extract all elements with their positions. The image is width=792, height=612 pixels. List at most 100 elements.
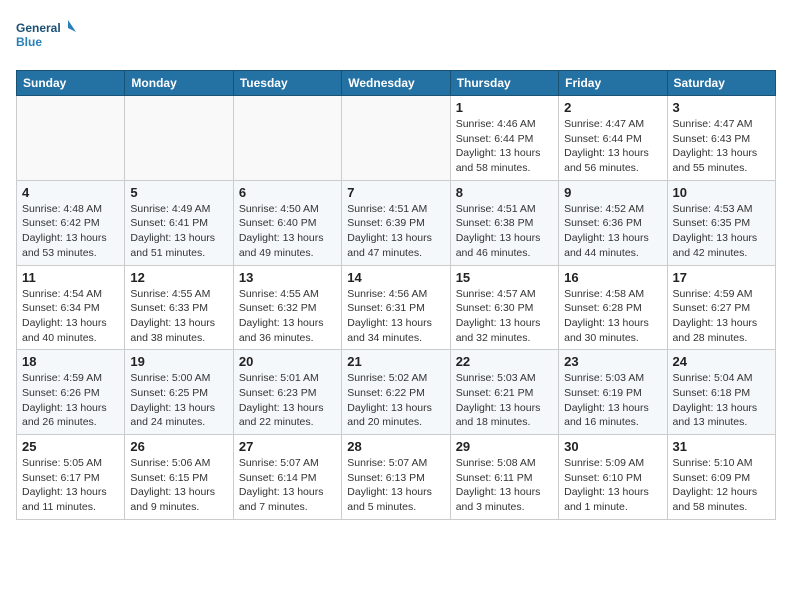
calendar-day-cell: 28 Sunrise: 5:07 AM Sunset: 6:13 PM Dayli… — [342, 435, 450, 520]
day-info: Sunrise: 5:03 AM Sunset: 6:19 PM Dayligh… — [564, 371, 661, 430]
day-number: 5 — [130, 185, 227, 200]
generalblue-logo: General Blue — [16, 16, 76, 60]
day-number: 11 — [22, 270, 119, 285]
svg-text:General: General — [16, 21, 61, 35]
day-info: Sunrise: 4:59 AM Sunset: 6:26 PM Dayligh… — [22, 371, 119, 430]
day-number: 18 — [22, 354, 119, 369]
day-info: Sunrise: 5:07 AM Sunset: 6:14 PM Dayligh… — [239, 456, 336, 515]
calendar-day-cell: 24 Sunrise: 5:04 AM Sunset: 6:18 PM Dayli… — [667, 350, 775, 435]
day-info: Sunrise: 4:48 AM Sunset: 6:42 PM Dayligh… — [22, 202, 119, 261]
day-number: 9 — [564, 185, 661, 200]
day-info: Sunrise: 4:51 AM Sunset: 6:39 PM Dayligh… — [347, 202, 444, 261]
calendar-day-cell: 1Sunrise: 4:46 AM Sunset: 6:44 PM Daylig… — [450, 96, 558, 181]
day-number: 24 — [673, 354, 770, 369]
calendar-day-cell: 8Sunrise: 4:51 AM Sunset: 6:38 PM Daylig… — [450, 180, 558, 265]
day-number: 2 — [564, 100, 661, 115]
calendar-week-row: 25Sunrise: 5:05 AM Sunset: 6:17 PM Dayli… — [17, 435, 776, 520]
calendar-day-header: Friday — [559, 71, 667, 96]
day-number: 6 — [239, 185, 336, 200]
day-number: 31 — [673, 439, 770, 454]
day-info: Sunrise: 5:01 AM Sunset: 6:23 PM Dayligh… — [239, 371, 336, 430]
calendar-table: SundayMondayTuesdayWednesdayThursdayFrid… — [16, 70, 776, 520]
calendar-week-row: 1Sunrise: 4:46 AM Sunset: 6:44 PM Daylig… — [17, 96, 776, 181]
day-info: Sunrise: 4:50 AM Sunset: 6:40 PM Dayligh… — [239, 202, 336, 261]
day-number: 26 — [130, 439, 227, 454]
calendar-day-header: Thursday — [450, 71, 558, 96]
day-info: Sunrise: 4:55 AM Sunset: 6:32 PM Dayligh… — [239, 287, 336, 346]
calendar-week-row: 18 Sunrise: 4:59 AM Sunset: 6:26 PM Dayli… — [17, 350, 776, 435]
day-info: Sunrise: 5:08 AM Sunset: 6:11 PM Dayligh… — [456, 456, 553, 515]
calendar-day-cell: 11Sunrise: 4:54 AM Sunset: 6:34 PM Dayli… — [17, 265, 125, 350]
logo: General Blue — [16, 16, 76, 60]
day-number: 12 — [130, 270, 227, 285]
calendar-day-cell: 3Sunrise: 4:47 AM Sunset: 6:43 PM Daylig… — [667, 96, 775, 181]
svg-text:Blue: Blue — [16, 35, 42, 49]
calendar-day-cell: 7 Sunrise: 4:51 AM Sunset: 6:39 PM Daylig… — [342, 180, 450, 265]
calendar-day-cell: 29 Sunrise: 5:08 AM Sunset: 6:11 PM Dayli… — [450, 435, 558, 520]
calendar-day-cell: 19 Sunrise: 5:00 AM Sunset: 6:25 PM Dayli… — [125, 350, 233, 435]
day-info: Sunrise: 5:04 AM Sunset: 6:18 PM Dayligh… — [673, 371, 770, 430]
day-number: 28 — [347, 439, 444, 454]
calendar-day-cell: 18 Sunrise: 4:59 AM Sunset: 6:26 PM Dayli… — [17, 350, 125, 435]
day-number: 15 — [456, 270, 553, 285]
day-info: Sunrise: 4:57 AM Sunset: 6:30 PM Dayligh… — [456, 287, 553, 346]
calendar-day-cell: 9 Sunrise: 4:52 AM Sunset: 6:36 PM Daylig… — [559, 180, 667, 265]
day-number: 1 — [456, 100, 553, 115]
calendar-day-cell: 12 Sunrise: 4:55 AM Sunset: 6:33 PM Dayli… — [125, 265, 233, 350]
calendar-day-cell: 23 Sunrise: 5:03 AM Sunset: 6:19 PM Dayli… — [559, 350, 667, 435]
calendar-week-row: 11Sunrise: 4:54 AM Sunset: 6:34 PM Dayli… — [17, 265, 776, 350]
calendar-day-cell: 13Sunrise: 4:55 AM Sunset: 6:32 PM Dayli… — [233, 265, 341, 350]
day-number: 19 — [130, 354, 227, 369]
calendar-day-cell: 26 Sunrise: 5:06 AM Sunset: 6:15 PM Dayli… — [125, 435, 233, 520]
calendar-day-cell: 22Sunrise: 5:03 AM Sunset: 6:21 PM Dayli… — [450, 350, 558, 435]
calendar-day-header: Saturday — [667, 71, 775, 96]
day-number: 4 — [22, 185, 119, 200]
day-info: Sunrise: 5:07 AM Sunset: 6:13 PM Dayligh… — [347, 456, 444, 515]
calendar-day-cell: 21 Sunrise: 5:02 AM Sunset: 6:22 PM Dayli… — [342, 350, 450, 435]
calendar-header-row: SundayMondayTuesdayWednesdayThursdayFrid… — [17, 71, 776, 96]
day-number: 17 — [673, 270, 770, 285]
calendar-day-cell: 30 Sunrise: 5:09 AM Sunset: 6:10 PM Dayli… — [559, 435, 667, 520]
day-info: Sunrise: 5:05 AM Sunset: 6:17 PM Dayligh… — [22, 456, 119, 515]
calendar-day-header: Monday — [125, 71, 233, 96]
calendar-week-row: 4 Sunrise: 4:48 AM Sunset: 6:42 PM Daylig… — [17, 180, 776, 265]
day-number: 23 — [564, 354, 661, 369]
day-info: Sunrise: 4:51 AM Sunset: 6:38 PM Dayligh… — [456, 202, 553, 261]
calendar-day-cell: 31 Sunrise: 5:10 AM Sunset: 6:09 PM Dayli… — [667, 435, 775, 520]
day-info: Sunrise: 4:56 AM Sunset: 6:31 PM Dayligh… — [347, 287, 444, 346]
calendar-day-cell: 4 Sunrise: 4:48 AM Sunset: 6:42 PM Daylig… — [17, 180, 125, 265]
calendar-day-cell: 15 Sunrise: 4:57 AM Sunset: 6:30 PM Dayli… — [450, 265, 558, 350]
calendar-day-cell: 27 Sunrise: 5:07 AM Sunset: 6:14 PM Dayli… — [233, 435, 341, 520]
calendar-day-cell — [233, 96, 341, 181]
day-info: Sunrise: 5:09 AM Sunset: 6:10 PM Dayligh… — [564, 456, 661, 515]
calendar-day-cell: 17Sunrise: 4:59 AM Sunset: 6:27 PM Dayli… — [667, 265, 775, 350]
day-number: 30 — [564, 439, 661, 454]
calendar-day-cell: 2 Sunrise: 4:47 AM Sunset: 6:44 PM Daylig… — [559, 96, 667, 181]
day-info: Sunrise: 4:53 AM Sunset: 6:35 PM Dayligh… — [673, 202, 770, 261]
day-info: Sunrise: 4:55 AM Sunset: 6:33 PM Dayligh… — [130, 287, 227, 346]
day-number: 16 — [564, 270, 661, 285]
calendar-day-cell — [125, 96, 233, 181]
day-info: Sunrise: 5:10 AM Sunset: 6:09 PM Dayligh… — [673, 456, 770, 515]
day-number: 21 — [347, 354, 444, 369]
day-number: 20 — [239, 354, 336, 369]
day-info: Sunrise: 4:58 AM Sunset: 6:28 PM Dayligh… — [564, 287, 661, 346]
calendar-day-cell: 14 Sunrise: 4:56 AM Sunset: 6:31 PM Dayli… — [342, 265, 450, 350]
day-number: 22 — [456, 354, 553, 369]
page-header: General Blue — [16, 16, 776, 60]
calendar-day-header: Tuesday — [233, 71, 341, 96]
day-info: Sunrise: 4:52 AM Sunset: 6:36 PM Dayligh… — [564, 202, 661, 261]
calendar-day-cell: 20 Sunrise: 5:01 AM Sunset: 6:23 PM Dayli… — [233, 350, 341, 435]
day-info: Sunrise: 5:02 AM Sunset: 6:22 PM Dayligh… — [347, 371, 444, 430]
calendar-day-cell — [342, 96, 450, 181]
day-number: 14 — [347, 270, 444, 285]
day-number: 27 — [239, 439, 336, 454]
day-info: Sunrise: 4:47 AM Sunset: 6:44 PM Dayligh… — [564, 117, 661, 176]
day-number: 29 — [456, 439, 553, 454]
calendar-day-cell — [17, 96, 125, 181]
calendar-day-cell: 16 Sunrise: 4:58 AM Sunset: 6:28 PM Dayli… — [559, 265, 667, 350]
day-info: Sunrise: 5:00 AM Sunset: 6:25 PM Dayligh… — [130, 371, 227, 430]
day-info: Sunrise: 5:06 AM Sunset: 6:15 PM Dayligh… — [130, 456, 227, 515]
day-number: 7 — [347, 185, 444, 200]
day-info: Sunrise: 4:47 AM Sunset: 6:43 PM Dayligh… — [673, 117, 770, 176]
